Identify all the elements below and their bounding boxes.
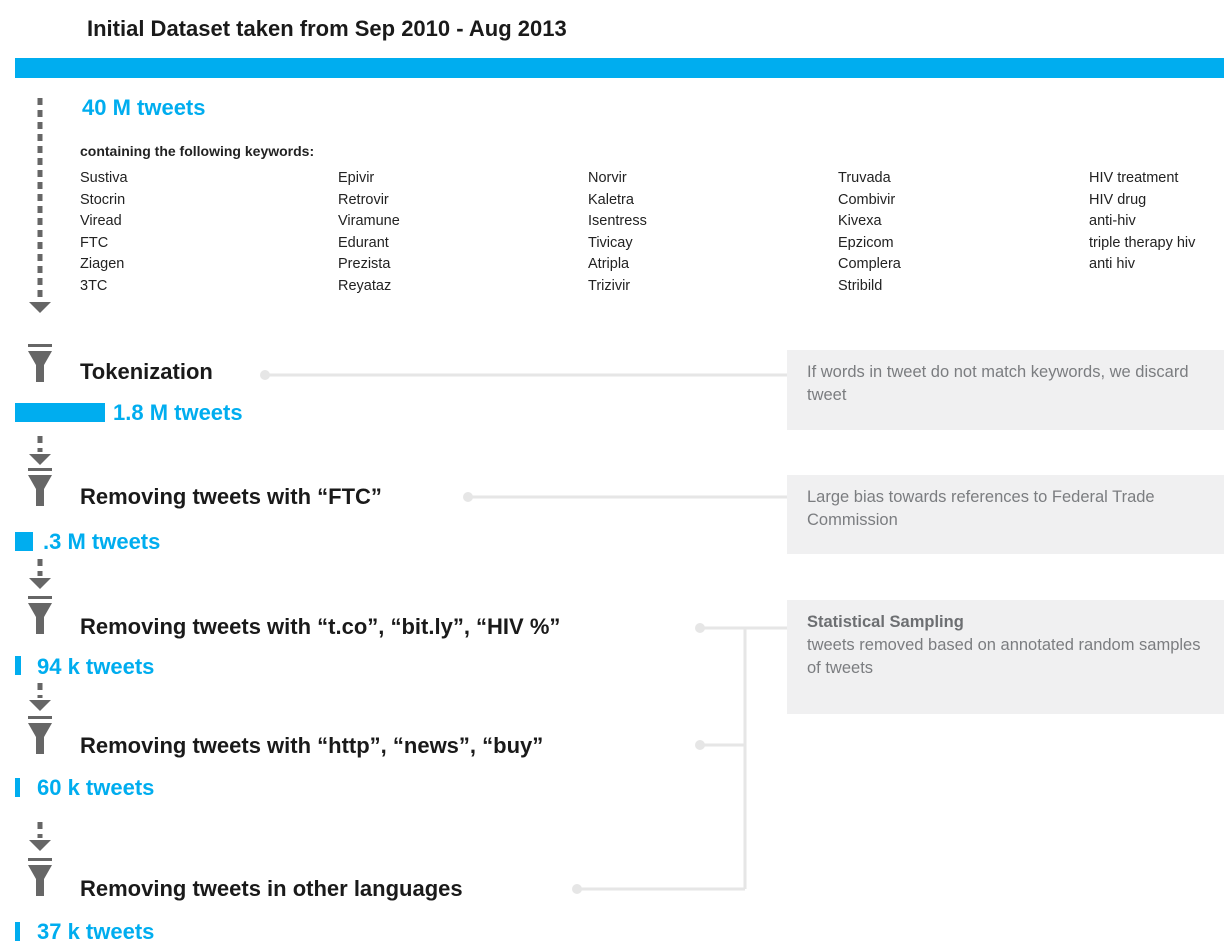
step-label-tokenization: Tokenization: [80, 359, 213, 384]
result-bar: [15, 922, 20, 941]
step-label-remove-links: Removing tweets with “t.co”, “bit.ly”, “…: [80, 614, 561, 639]
note-heading: Statistical Sampling: [807, 613, 964, 631]
flow-graphics: [28, 98, 790, 896]
connector-dot: [695, 740, 705, 750]
connector-dot: [572, 884, 582, 894]
filter-icon: [28, 596, 52, 634]
note-text: Large bias towards references to Federal…: [807, 488, 1155, 529]
arrow-down-icon: [29, 578, 51, 589]
arrow-down-icon: [29, 302, 51, 313]
note-text: tweets removed based on annotated random…: [807, 636, 1201, 677]
arrow-down-icon: [29, 700, 51, 711]
filter-icon: [28, 716, 52, 754]
filter-icon: [28, 468, 52, 506]
connector-dot: [695, 623, 705, 633]
filter-icon: [28, 344, 52, 382]
result-count: 37 k tweets: [37, 919, 155, 944]
note-sampling: Statistical Sampling tweets removed base…: [787, 600, 1224, 714]
result-count: .3 M tweets: [43, 529, 161, 554]
result-count: 1.8 M tweets: [113, 400, 243, 425]
note-text: If words in tweet do not match keywords,…: [807, 363, 1189, 404]
result-bar: [15, 532, 33, 551]
result-count: 60 k tweets: [37, 775, 155, 800]
note-tokenization: If words in tweet do not match keywords,…: [787, 350, 1224, 430]
connector-dot: [260, 370, 270, 380]
filter-icon: [28, 858, 52, 896]
result-bar: [15, 778, 20, 797]
step-label-remove-http: Removing tweets with “http”, “news”, “bu…: [80, 733, 544, 758]
connector-dot: [463, 492, 473, 502]
result-bar: [15, 403, 105, 422]
note-ftc: Large bias towards references to Federal…: [787, 475, 1224, 554]
arrow-down-icon: [29, 840, 51, 851]
arrow-down-icon: [29, 454, 51, 465]
result-count: 94 k tweets: [37, 654, 155, 679]
step-label-remove-ftc: Removing tweets with “FTC”: [80, 484, 382, 509]
result-bar: [15, 656, 21, 675]
step-label-remove-languages: Removing tweets in other languages: [80, 876, 463, 901]
